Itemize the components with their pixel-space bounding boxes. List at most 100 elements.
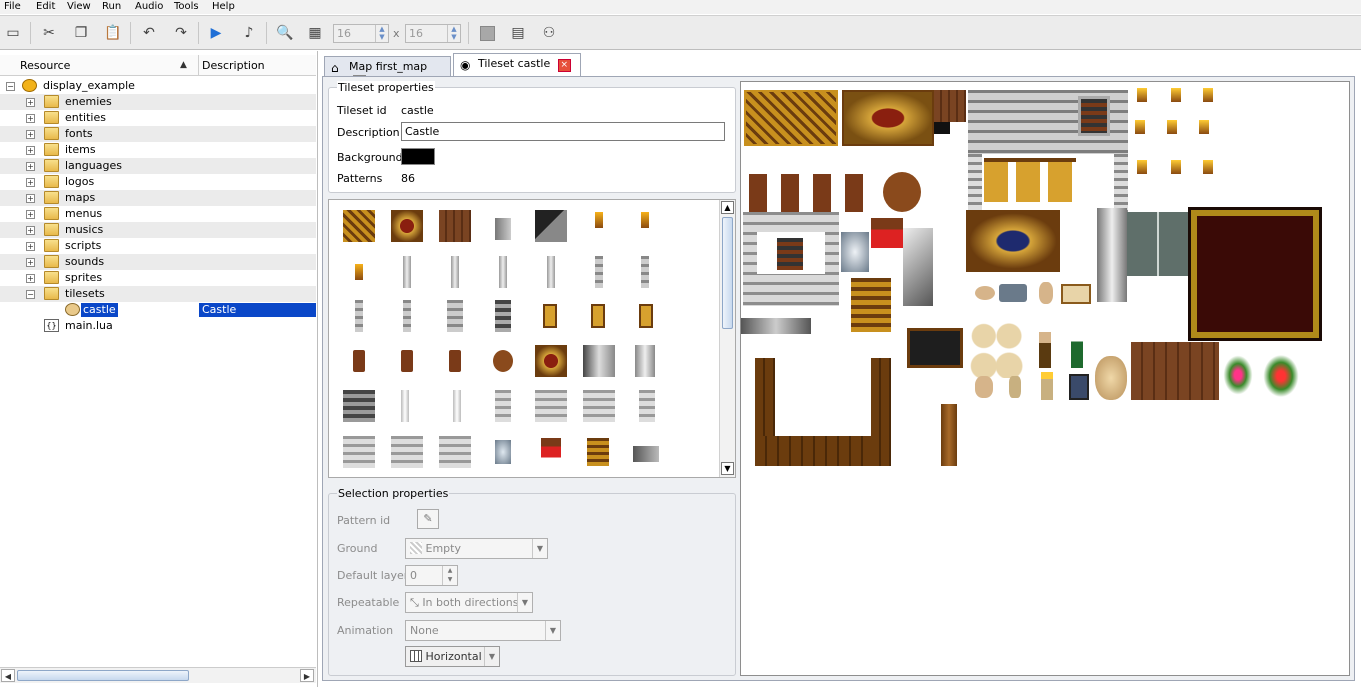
pattern-carpet-gold[interactable] bbox=[391, 210, 423, 242]
menu-run[interactable]: Run bbox=[102, 1, 121, 12]
tree-item-sounds[interactable]: + sounds bbox=[0, 254, 316, 270]
torch-tile[interactable] bbox=[1137, 160, 1147, 174]
pattern-carpet-small[interactable] bbox=[535, 345, 567, 377]
pattern-stairs-small[interactable] bbox=[495, 218, 511, 240]
chairs-tile[interactable] bbox=[749, 174, 867, 212]
expand-icon[interactable]: + bbox=[26, 226, 35, 235]
expand-icon[interactable]: + bbox=[26, 258, 35, 267]
tree-item-maps[interactable]: + maps bbox=[0, 190, 316, 206]
tree-item-sprites[interactable]: + sprites bbox=[0, 270, 316, 286]
spin-arrows-icon[interactable]: ▲ ▼ bbox=[447, 25, 460, 42]
tree-item-musics[interactable]: + musics bbox=[0, 222, 316, 238]
description-column-header[interactable]: Description bbox=[202, 59, 265, 72]
pattern-chair[interactable] bbox=[449, 350, 461, 372]
torch-tile[interactable] bbox=[1167, 120, 1177, 134]
run-icon[interactable]: ▶ bbox=[207, 24, 225, 42]
description-field[interactable]: Castle bbox=[401, 122, 725, 141]
menu-tools[interactable]: Tools bbox=[174, 1, 199, 12]
bottle-green-tile[interactable] bbox=[1071, 330, 1083, 368]
close-all-icon[interactable]: ▭ bbox=[4, 24, 22, 42]
jar-tile[interactable] bbox=[1039, 282, 1053, 304]
pattern-armor[interactable] bbox=[495, 440, 511, 464]
stairs-dark-tile[interactable] bbox=[934, 122, 950, 134]
grid-height-spinbox[interactable]: 16 ▲ ▼ bbox=[405, 24, 461, 43]
pattern-torch[interactable] bbox=[641, 212, 649, 228]
zoom-icon[interactable]: 🔍 bbox=[276, 24, 294, 42]
paste-icon[interactable]: 📋 bbox=[104, 24, 122, 42]
pattern-torch[interactable] bbox=[355, 264, 363, 280]
pattern-wall-brick[interactable] bbox=[641, 256, 649, 288]
tileset-image-view[interactable] bbox=[740, 81, 1350, 676]
pattern-wall-column[interactable] bbox=[451, 256, 459, 288]
pattern-wall-brick[interactable] bbox=[355, 300, 363, 332]
banners-tile[interactable] bbox=[984, 158, 1076, 202]
tree-item-fonts[interactable]: + fonts bbox=[0, 126, 316, 142]
book-tile[interactable] bbox=[1069, 374, 1089, 400]
pattern-torch[interactable] bbox=[595, 212, 603, 228]
pattern-wall-brick[interactable] bbox=[447, 300, 463, 332]
redo-icon[interactable]: ↷ bbox=[172, 24, 190, 42]
pattern-wall-block[interactable] bbox=[439, 436, 471, 468]
pillar-tile[interactable] bbox=[1097, 208, 1127, 302]
resource-column-header[interactable]: Resource bbox=[20, 59, 70, 72]
pattern-wall-edge[interactable] bbox=[453, 390, 461, 422]
animation-select[interactable]: None ▼ bbox=[405, 620, 561, 641]
torch-tile[interactable] bbox=[1171, 88, 1181, 102]
layers-icon[interactable]: ▤ bbox=[509, 24, 527, 42]
pattern-stairs-dark[interactable] bbox=[535, 210, 567, 242]
menu-audio[interactable]: Audio bbox=[135, 1, 163, 12]
weapons-tile[interactable] bbox=[741, 318, 811, 334]
candle-tile[interactable] bbox=[1041, 372, 1053, 400]
pattern-chair[interactable] bbox=[353, 350, 365, 372]
expand-icon[interactable]: + bbox=[26, 178, 35, 187]
pattern-banner[interactable] bbox=[591, 304, 605, 328]
animation-direction-select[interactable]: Horizontal ▼ bbox=[405, 646, 500, 667]
grid-icon[interactable]: ▦ bbox=[306, 24, 324, 42]
wood-floor-tile[interactable] bbox=[934, 90, 966, 122]
menu-help[interactable]: Help bbox=[212, 1, 235, 12]
pattern-chair[interactable] bbox=[401, 350, 413, 372]
tree-horizontal-scrollbar[interactable]: ◀ ▶ bbox=[0, 667, 316, 683]
tree-item-entities[interactable]: + entities bbox=[0, 110, 316, 126]
pattern-pillar-base[interactable] bbox=[583, 345, 615, 377]
tree-item-enemies[interactable]: + enemies bbox=[0, 94, 316, 110]
default-layer-spinbox[interactable]: 0 ▲ ▼ bbox=[405, 565, 458, 586]
collapse-icon[interactable]: − bbox=[26, 290, 35, 299]
pattern-wood-floor[interactable] bbox=[439, 210, 471, 242]
pattern-bookshelf[interactable] bbox=[587, 438, 609, 466]
pattern-wall-block[interactable] bbox=[535, 390, 567, 422]
plant-tile[interactable] bbox=[1221, 352, 1255, 398]
carpet-blue-tile[interactable] bbox=[966, 210, 1060, 272]
pattern-pillar[interactable] bbox=[635, 345, 655, 377]
vase-tile[interactable] bbox=[1095, 356, 1127, 400]
stone-floor-tile[interactable] bbox=[1127, 212, 1191, 276]
pattern-wall-piece[interactable] bbox=[639, 390, 655, 422]
armor-tile[interactable] bbox=[841, 232, 869, 272]
pattern-wall-brick[interactable] bbox=[595, 256, 603, 288]
pattern-fireplace[interactable] bbox=[343, 390, 375, 422]
fireplace-tile[interactable] bbox=[777, 238, 803, 270]
tab-map-first-map[interactable]: ⌂ Map first_map × bbox=[324, 56, 451, 88]
tree-item-menus[interactable]: + menus bbox=[0, 206, 316, 222]
scroll-left-icon[interactable]: ◀ bbox=[1, 669, 15, 682]
expand-icon[interactable]: + bbox=[26, 274, 35, 283]
bed-tile[interactable] bbox=[871, 218, 903, 264]
collapse-icon[interactable]: − bbox=[6, 82, 15, 91]
background-color-button[interactable] bbox=[401, 148, 435, 165]
tree-item-castle[interactable]: castle Castle bbox=[0, 302, 316, 318]
counter-right-tile[interactable] bbox=[871, 358, 891, 466]
scrollbar-thumb[interactable] bbox=[722, 217, 733, 329]
spin-arrows-icon[interactable]: ▲ ▼ bbox=[375, 25, 388, 42]
menu-file[interactable]: File bbox=[4, 1, 21, 12]
tree-root[interactable]: − display_example bbox=[0, 78, 316, 94]
wooden-table-tile[interactable] bbox=[1131, 342, 1219, 400]
carpet-gold-tile[interactable] bbox=[842, 90, 934, 146]
expand-icon[interactable]: + bbox=[26, 194, 35, 203]
pattern-table-round[interactable] bbox=[493, 350, 513, 372]
torch-tile[interactable] bbox=[1171, 160, 1181, 174]
wall-column-tile[interactable] bbox=[968, 154, 982, 212]
scrollbar-thumb[interactable] bbox=[17, 670, 189, 681]
pattern-wall-piece[interactable] bbox=[495, 390, 511, 422]
wall-column-tile[interactable] bbox=[1114, 154, 1128, 212]
torch-tile[interactable] bbox=[1135, 120, 1145, 134]
